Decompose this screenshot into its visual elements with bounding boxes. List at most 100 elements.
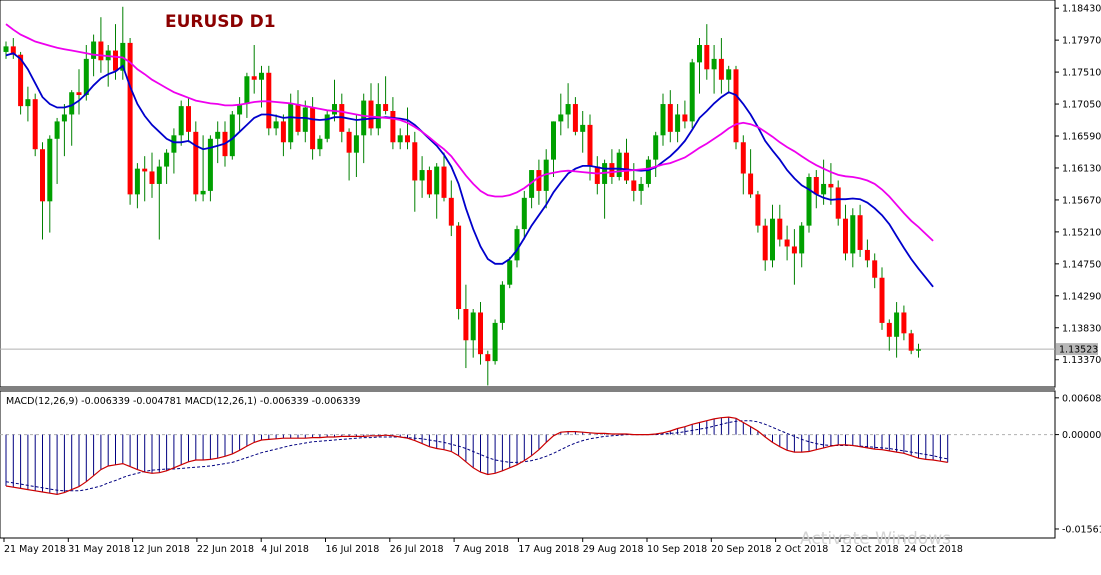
candle-body [251,76,257,80]
candle-body [894,312,900,337]
candle-body [448,197,454,226]
candle-body [113,50,118,71]
time-axis-tick-label: 26 Jul 2018 [390,544,444,555]
candle-body [492,322,498,362]
activate-windows-watermark: Activate Windows [800,529,951,549]
candle-body [675,114,681,132]
candle-body [127,42,133,195]
candle-body [770,218,775,261]
candle-body [302,107,308,132]
candle-body [645,159,651,184]
candle-body [558,114,564,122]
candle-body [61,114,67,122]
candle-body [879,277,885,323]
candle-body [25,99,31,107]
candle-body [171,135,177,153]
candle-body [83,58,89,96]
time-axis-tick-label: 22 Jun 2018 [197,544,254,555]
candle-body [419,170,425,181]
candle-body [748,173,754,195]
price-axis-tick-label: 1.17970 [1062,36,1101,47]
candle-body [186,106,191,132]
candle-body [733,69,739,143]
candle-body [32,99,38,150]
time-axis-tick-label: 29 Aug 2018 [583,544,644,555]
candle-body [346,131,352,153]
candle-body [572,104,578,132]
candle-body [193,131,199,195]
candle-body [594,166,600,184]
price-axis-tick-label: 1.13830 [1062,323,1101,334]
candle-body [667,104,673,132]
current-price-label: 1.13523 [1059,345,1098,356]
time-axis-tick-label: 17 Aug 2018 [518,544,579,555]
trading-chart[interactable]: 1.18430 1.17970 1.17510 1.17050 1.16590 1.161… [0,0,1101,575]
candle-body [784,239,790,247]
price-axis-tick-label: 1.16130 [1062,163,1101,174]
current-price-tag: 1.13523 [1056,343,1098,356]
price-axis-tick-label: 1.17510 [1062,68,1101,79]
price-axis-tick-label: 1.14290 [1062,291,1101,302]
candle-body [441,166,447,198]
candle-body [405,135,410,143]
candle-body [514,229,520,261]
macd-axis-tick-label: -0.015619 [1062,524,1101,535]
candle-body [353,135,359,153]
chart-title: EURUSD D1 [165,12,276,32]
candle-body [164,152,170,167]
candle-body [434,166,440,195]
candle-body [806,176,812,226]
candle-body [857,215,863,250]
time-axis-tick-label: 4 Jul 2018 [261,544,309,555]
candle-body [317,138,323,150]
macd-panel[interactable] [0,390,1056,539]
candle-body [609,163,615,177]
candle-body [616,152,622,177]
price-axis-tick-label: 1.13370 [1062,355,1101,366]
candle-body [799,225,805,254]
candle-body [229,114,235,157]
candle-body [791,246,797,254]
candle-body [835,187,841,219]
time-axis-tick-label: 16 Jul 2018 [326,544,380,555]
candle-body [587,124,593,167]
candle-body [886,322,892,337]
candle-body [412,142,418,181]
candle-body [660,104,666,136]
candle-body [901,312,907,334]
price-axis-tick-label: 1.17050 [1062,100,1101,111]
candle-body [507,260,513,285]
macd-axis: 0.006082 0.000000 -0.015619 [1055,393,1101,535]
candle-body [390,110,396,143]
candle-body [864,249,870,261]
candle-body [697,44,702,63]
candle-body [843,218,848,254]
candle-body [361,100,367,136]
candle-body [872,260,878,278]
candle-body [178,106,184,136]
macd-axis-tick-label: 0.006082 [1062,393,1101,404]
candle-body [718,58,724,80]
candle-body [98,41,104,61]
time-axis-tick-label: 31 May 2018 [68,544,130,555]
candle-body [653,135,659,160]
candle-body [755,194,761,226]
candle-body [288,104,294,143]
candle-body [624,152,629,181]
candle-body [76,92,82,96]
candle-body [551,121,556,160]
candle-body [368,100,374,129]
candle-body [426,170,432,195]
candle-body [740,142,746,174]
candle-body [565,104,571,115]
macd-axis-tick-label: 0.000000 [1062,430,1101,441]
candle-body [711,58,717,70]
candle-body [40,149,45,202]
candle-body [682,114,688,122]
candle-body [908,333,914,351]
candle-body [47,138,53,202]
time-axis-tick-label: 21 May 2018 [4,544,66,555]
candle-body [485,354,491,362]
price-axis-tick-label: 1.15210 [1062,227,1101,238]
candle-body [54,121,60,139]
